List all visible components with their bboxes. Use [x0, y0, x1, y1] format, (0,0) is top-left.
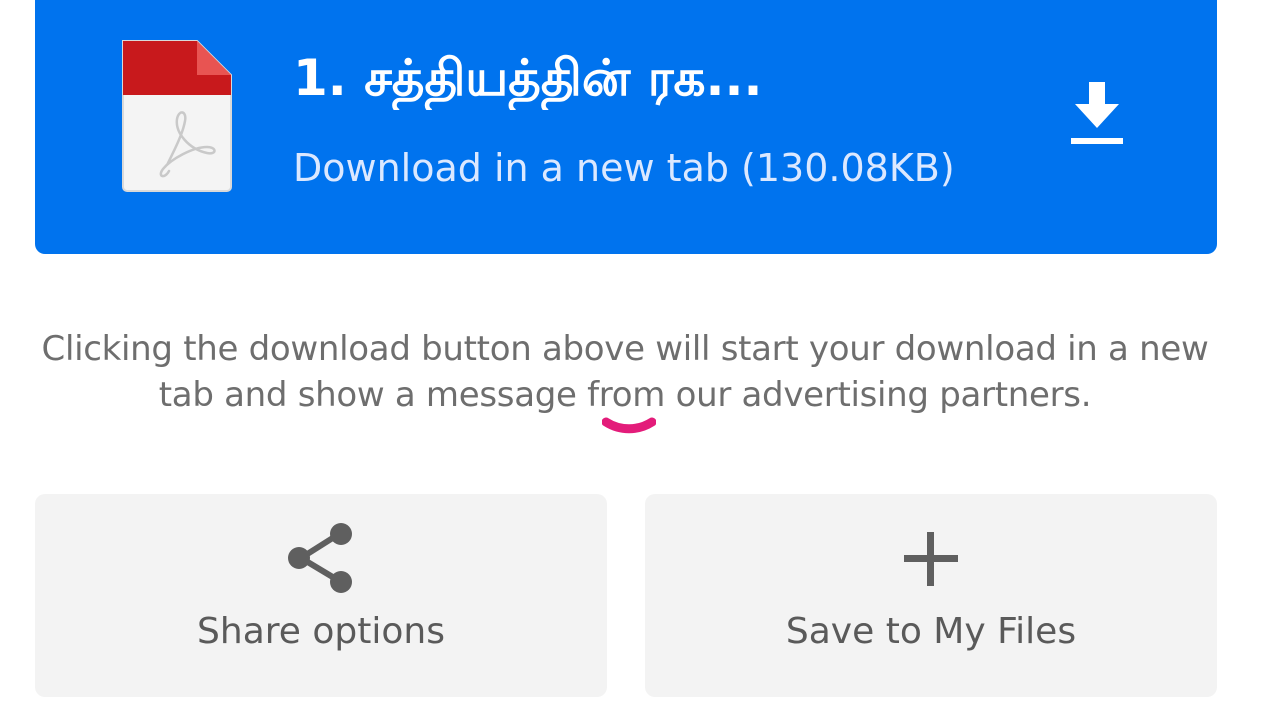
- download-icon: [1071, 82, 1123, 144]
- save-to-my-files-button[interactable]: Save to My Files: [645, 494, 1217, 697]
- download-button[interactable]: 1. சத்தியத்தின் ரக... Download in a new …: [35, 0, 1217, 254]
- download-page: 1. சத்தியத்தின் ரக... Download in a new …: [0, 0, 1280, 720]
- share-options-button[interactable]: Share options: [35, 494, 607, 697]
- touch-indicator-icon: [602, 417, 656, 434]
- share-icon: [288, 523, 352, 593]
- share-options-label: Share options: [197, 611, 445, 652]
- download-notice: Clicking the download button above will …: [41, 329, 1209, 415]
- pdf-file-icon: [122, 40, 232, 192]
- plus-icon: [904, 532, 958, 586]
- save-to-my-files-label: Save to My Files: [785, 611, 1077, 652]
- download-subtitle: Download in a new tab (130.08KB): [293, 146, 955, 190]
- file-title: 1. சத்தியத்தின் ரக...: [293, 49, 763, 107]
